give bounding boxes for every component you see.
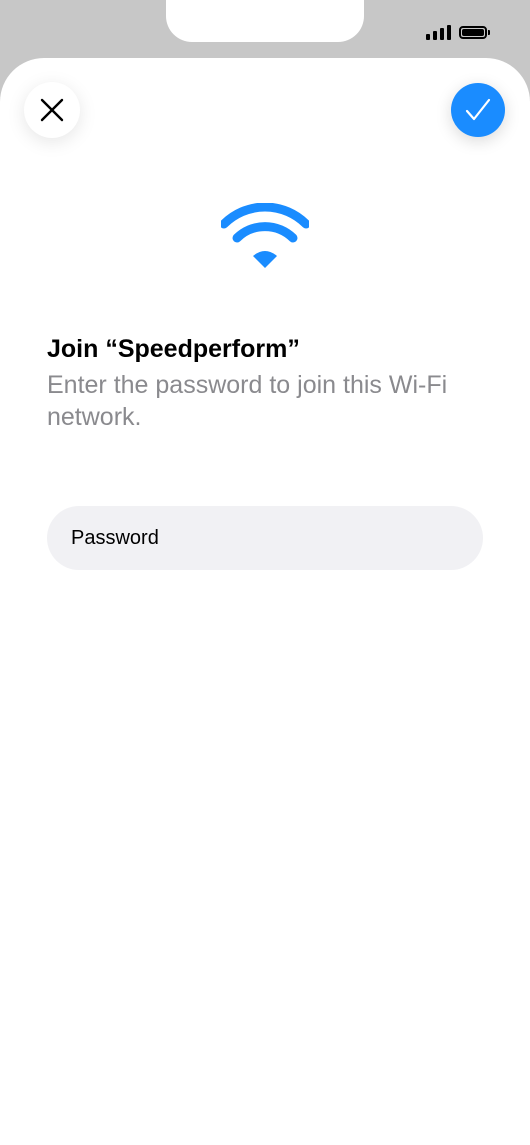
page-title: Join “Speedperform” <box>47 335 300 363</box>
status-bar <box>426 22 490 42</box>
page-subtitle: Enter the password to join this Wi-Fi ne… <box>47 371 448 431</box>
close-icon <box>40 98 64 122</box>
cellular-signal-icon <box>426 24 451 40</box>
confirm-button[interactable] <box>451 83 505 137</box>
checkmark-icon <box>465 98 491 121</box>
password-input[interactable] <box>47 506 483 570</box>
battery-full-icon <box>459 25 490 39</box>
device-notch <box>166 0 364 42</box>
close-button[interactable] <box>24 82 80 138</box>
wifi-icon <box>221 203 309 268</box>
